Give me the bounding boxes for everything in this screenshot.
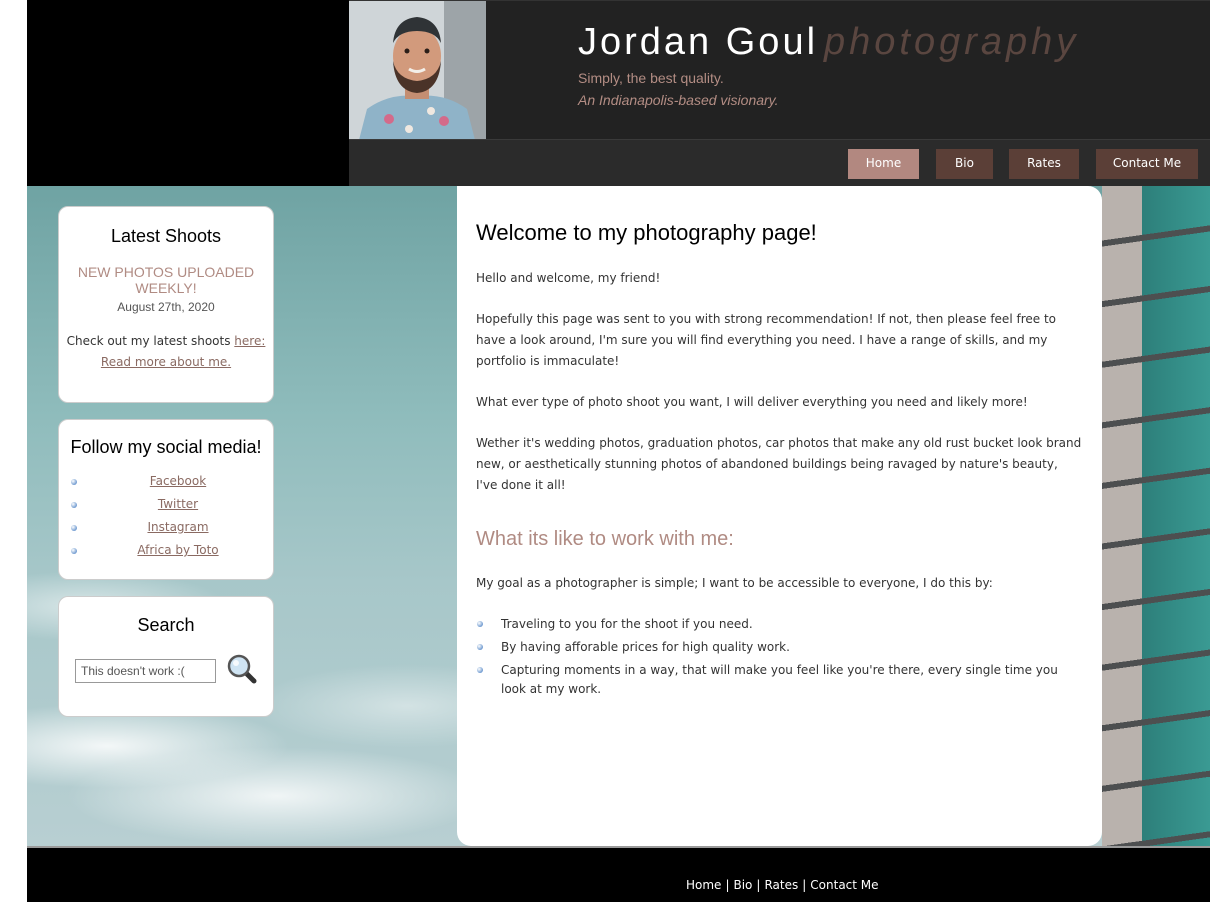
tagline-secondary: An Indianapolis-based visionary. bbox=[578, 92, 779, 108]
latest-text-label: Check out my latest shoots bbox=[66, 334, 231, 348]
nav-home-button[interactable]: Home bbox=[848, 149, 919, 179]
social-list: Facebook Twitter Instagram Africa by Tot… bbox=[59, 470, 273, 562]
list-item-text: Capturing moments in a way, that will ma… bbox=[501, 663, 1058, 696]
twitter-link[interactable]: Twitter bbox=[158, 497, 198, 511]
nav-bio-button[interactable]: Bio bbox=[936, 149, 993, 179]
bullet-icon bbox=[71, 548, 77, 554]
intro-paragraph: Hello and welcome, my friend! bbox=[476, 271, 661, 285]
africa-by-toto-link[interactable]: Africa by Toto bbox=[137, 543, 218, 557]
paragraph: Wether it's wedding photos, graduation p… bbox=[476, 436, 1082, 492]
read-more-link[interactable]: Read more about me. bbox=[101, 355, 231, 369]
bullet-icon bbox=[71, 525, 77, 531]
social-media-box: Follow my social media! Facebook Twitter… bbox=[58, 419, 274, 580]
footer-links: Home | Bio | Rates | Contact Me bbox=[686, 878, 879, 892]
page: Jordan Goul photography Simply, the best … bbox=[27, 0, 1210, 902]
list-item: Traveling to you for the shoot if you ne… bbox=[476, 615, 1082, 634]
main-content: Welcome to my photography page! Hello an… bbox=[457, 186, 1102, 846]
footer-home-link[interactable]: Home bbox=[686, 878, 721, 892]
nav-rates-button[interactable]: Rates bbox=[1009, 149, 1079, 179]
latest-headline: NEW PHOTOS UPLOADED WEEKLY! bbox=[77, 264, 255, 296]
bullet-icon bbox=[477, 621, 483, 627]
instagram-link[interactable]: Instagram bbox=[147, 520, 208, 534]
tagline-primary: Simply, the best quality. bbox=[578, 70, 724, 86]
list-item: Twitter bbox=[59, 493, 273, 516]
goal-paragraph: My goal as a photographer is simple; I w… bbox=[476, 576, 993, 590]
list-item-text: By having afforable prices for high qual… bbox=[501, 640, 790, 654]
search-box: Search bbox=[58, 596, 274, 717]
latest-date: August 27th, 2020 bbox=[117, 300, 215, 314]
list-item: Instagram bbox=[59, 516, 273, 539]
latest-shoots-box: Latest Shoots NEW PHOTOS UPLOADED WEEKLY… bbox=[58, 206, 274, 403]
profile-photo bbox=[349, 1, 486, 140]
footer: Home | Bio | Rates | Contact Me bbox=[27, 848, 1210, 902]
paragraph: Hopefully this page was sent to you with… bbox=[476, 312, 1056, 368]
section-subheading: What its like to work with me: bbox=[476, 528, 734, 550]
facebook-link[interactable]: Facebook bbox=[150, 474, 206, 488]
list-item: Capturing moments in a way, that will ma… bbox=[476, 661, 1082, 699]
bullet-icon bbox=[71, 502, 77, 508]
footer-contact-link[interactable]: Contact Me bbox=[810, 878, 878, 892]
site-title-name: Jordan Goul bbox=[578, 21, 819, 63]
bullet-icon bbox=[71, 479, 77, 485]
footer-separator: | bbox=[756, 878, 761, 892]
latest-text: Check out my latest shoots here: Read mo… bbox=[59, 331, 273, 373]
social-title: Follow my social media! bbox=[70, 437, 262, 457]
search-icon[interactable] bbox=[226, 653, 258, 685]
latest-here-link[interactable]: here: bbox=[234, 334, 265, 348]
page-title: Welcome to my photography page! bbox=[476, 220, 817, 245]
list-item: Africa by Toto bbox=[59, 539, 273, 562]
latest-shoots-title: Latest Shoots bbox=[110, 226, 222, 246]
footer-rates-link[interactable]: Rates bbox=[764, 878, 798, 892]
header-left-panel bbox=[27, 0, 349, 186]
footer-separator: | bbox=[802, 878, 807, 892]
building-image bbox=[1102, 186, 1210, 846]
footer-separator: | bbox=[725, 878, 730, 892]
paragraph: What ever type of photo shoot you want, … bbox=[476, 395, 1028, 409]
header: Jordan Goul photography Simply, the best … bbox=[349, 0, 1210, 140]
bullet-icon bbox=[477, 667, 483, 673]
footer-bio-link[interactable]: Bio bbox=[733, 878, 752, 892]
site-title-sub: photography bbox=[824, 21, 1080, 63]
list-item: Facebook bbox=[59, 470, 273, 493]
bullet-icon bbox=[477, 644, 483, 650]
site-title: Jordan Goul photography bbox=[578, 21, 1079, 64]
main-nav: Home Bio Rates Contact Me bbox=[349, 139, 1210, 187]
search-input[interactable] bbox=[75, 659, 216, 683]
nav-contact-button[interactable]: Contact Me bbox=[1096, 149, 1198, 179]
search-title: Search bbox=[137, 615, 195, 635]
list-item: By having afforable prices for high qual… bbox=[476, 638, 1082, 657]
work-list: Traveling to you for the shoot if you ne… bbox=[476, 615, 1082, 699]
list-item-text: Traveling to you for the shoot if you ne… bbox=[501, 617, 753, 631]
